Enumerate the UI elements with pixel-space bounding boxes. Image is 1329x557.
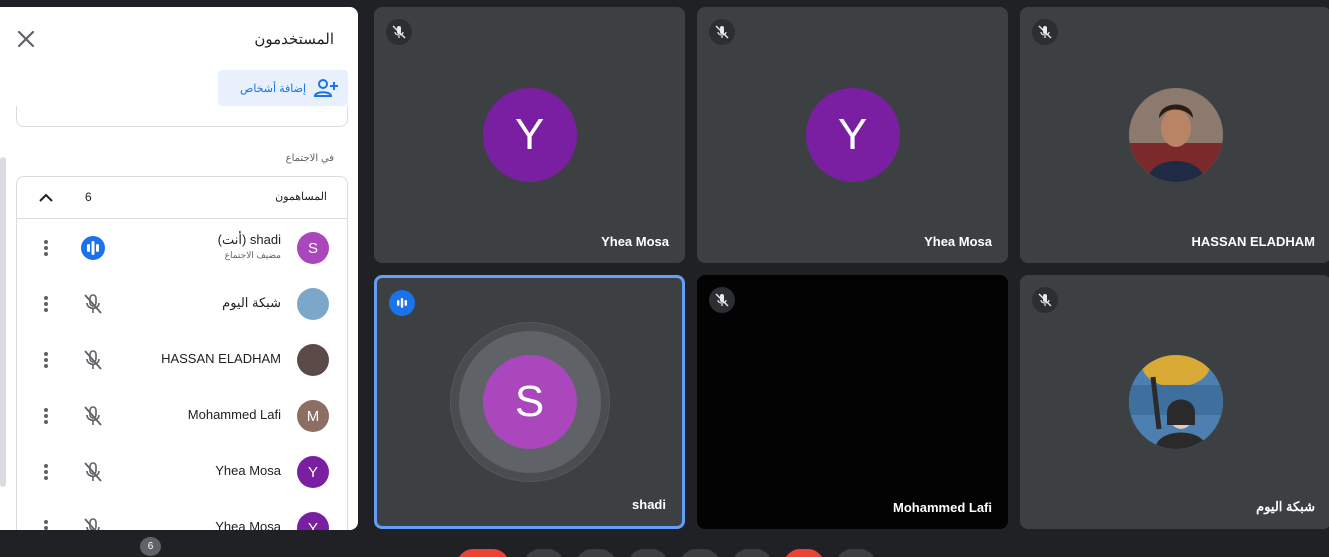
more-options-icon[interactable] bbox=[38, 238, 54, 258]
control-button[interactable] bbox=[732, 549, 772, 557]
mic-off-icon bbox=[1032, 19, 1058, 45]
tile-name: shadi bbox=[632, 497, 666, 512]
tile-name: شبكة اليوم bbox=[1256, 499, 1315, 514]
more-options-icon[interactable] bbox=[38, 406, 54, 426]
video-tile[interactable]: Mohammed Lafi bbox=[697, 275, 1008, 529]
participant-row[interactable]: شبكة اليوم bbox=[17, 276, 349, 332]
mic-off-icon bbox=[81, 460, 105, 484]
search-field-edge[interactable] bbox=[16, 106, 348, 127]
avatar: S bbox=[482, 355, 577, 449]
mic-off-icon bbox=[709, 19, 735, 45]
avatar bbox=[297, 344, 329, 376]
video-tile-active-speaker[interactable]: S shadi bbox=[374, 275, 685, 529]
video-tile[interactable]: Y Yhea Mosa bbox=[697, 7, 1008, 263]
participant-row[interactable]: Y Yhea Mosa bbox=[17, 444, 349, 500]
avatar-photo bbox=[1128, 88, 1223, 182]
panel-scrollbar[interactable] bbox=[0, 157, 6, 487]
control-button[interactable] bbox=[524, 549, 564, 557]
speaking-indicator-icon bbox=[389, 290, 415, 316]
people-panel: المستخدمون إضافة أشخاص في الاجتماع 6 الم… bbox=[0, 7, 358, 530]
mic-off-icon bbox=[81, 292, 105, 316]
video-tile[interactable]: شبكة اليوم bbox=[1020, 275, 1329, 529]
control-button[interactable] bbox=[628, 549, 668, 557]
participant-row[interactable]: M Mohammed Lafi bbox=[17, 388, 349, 444]
avatar: Y bbox=[805, 88, 900, 182]
participant-name: Yhea Mosa bbox=[215, 519, 281, 530]
mic-off-icon bbox=[709, 287, 735, 313]
tile-name: HASSAN ELADHAM bbox=[1191, 234, 1316, 249]
add-people-button[interactable]: إضافة أشخاص bbox=[218, 70, 348, 106]
more-options-icon[interactable] bbox=[38, 350, 54, 370]
avatar: Y bbox=[297, 512, 329, 530]
person-add-icon bbox=[314, 79, 338, 97]
tile-name: Yhea Mosa bbox=[924, 234, 992, 249]
participant-name: Mohammed Lafi bbox=[187, 407, 281, 422]
participant-row[interactable]: Sshadi (أنت) مضيف الاجتماع bbox=[17, 220, 349, 276]
control-button[interactable] bbox=[576, 549, 616, 557]
avatar: M bbox=[297, 400, 329, 432]
tile-name: Yhea Mosa bbox=[601, 234, 669, 249]
group-count: 6 bbox=[85, 190, 92, 204]
avatar: Y bbox=[297, 456, 329, 488]
in-meeting-label: في الاجتماع bbox=[285, 153, 334, 164]
mic-off-icon bbox=[386, 19, 412, 45]
record-button[interactable] bbox=[457, 549, 509, 557]
participant-count-badge: 6 bbox=[140, 537, 161, 556]
control-button[interactable] bbox=[680, 549, 720, 557]
mic-off-icon bbox=[81, 404, 105, 428]
more-options-icon[interactable] bbox=[38, 294, 54, 314]
avatar-photo bbox=[1128, 355, 1223, 449]
avatar: Y bbox=[482, 88, 577, 182]
tile-name: Mohammed Lafi bbox=[893, 500, 992, 515]
video-tile[interactable]: Y Yhea Mosa bbox=[374, 7, 685, 263]
participant-name: Yhea Mosa bbox=[215, 463, 281, 478]
panel-title: المستخدمون bbox=[254, 31, 334, 48]
chevron-up-icon[interactable] bbox=[37, 189, 55, 207]
participant-name: شبكة اليوم bbox=[222, 295, 281, 310]
mic-off-icon bbox=[81, 348, 105, 372]
participant-name: HASSAN ELADHAM bbox=[161, 351, 281, 366]
contributors-group: 6 المساهمون Sshadi (أنت) مضيف الاجتماع شبك… bbox=[16, 176, 348, 530]
mic-off-icon bbox=[1032, 287, 1058, 313]
avatar bbox=[297, 288, 329, 320]
close-panel-button[interactable] bbox=[14, 27, 38, 51]
close-icon bbox=[17, 30, 35, 48]
mic-off-icon bbox=[81, 516, 105, 530]
group-name: المساهمون bbox=[275, 191, 327, 203]
more-options-icon[interactable] bbox=[38, 462, 54, 482]
participant-row[interactable]: Y Yhea Mosa bbox=[17, 500, 349, 530]
participant-role: مضيف الاجتماع bbox=[224, 250, 281, 260]
control-button[interactable] bbox=[836, 549, 876, 557]
more-options-icon[interactable] bbox=[38, 518, 54, 530]
participant-name: shadi (أنت) bbox=[217, 232, 281, 247]
video-tile[interactable]: HASSAN ELADHAM bbox=[1020, 7, 1329, 263]
leave-call-button[interactable] bbox=[784, 549, 824, 557]
participant-row[interactable]: HASSAN ELADHAM bbox=[17, 332, 349, 388]
add-people-label: إضافة أشخاص bbox=[240, 82, 306, 95]
speaking-indicator-icon bbox=[81, 236, 105, 260]
avatar: S bbox=[297, 232, 329, 264]
contributors-group-header[interactable]: 6 المساهمون bbox=[17, 177, 347, 219]
